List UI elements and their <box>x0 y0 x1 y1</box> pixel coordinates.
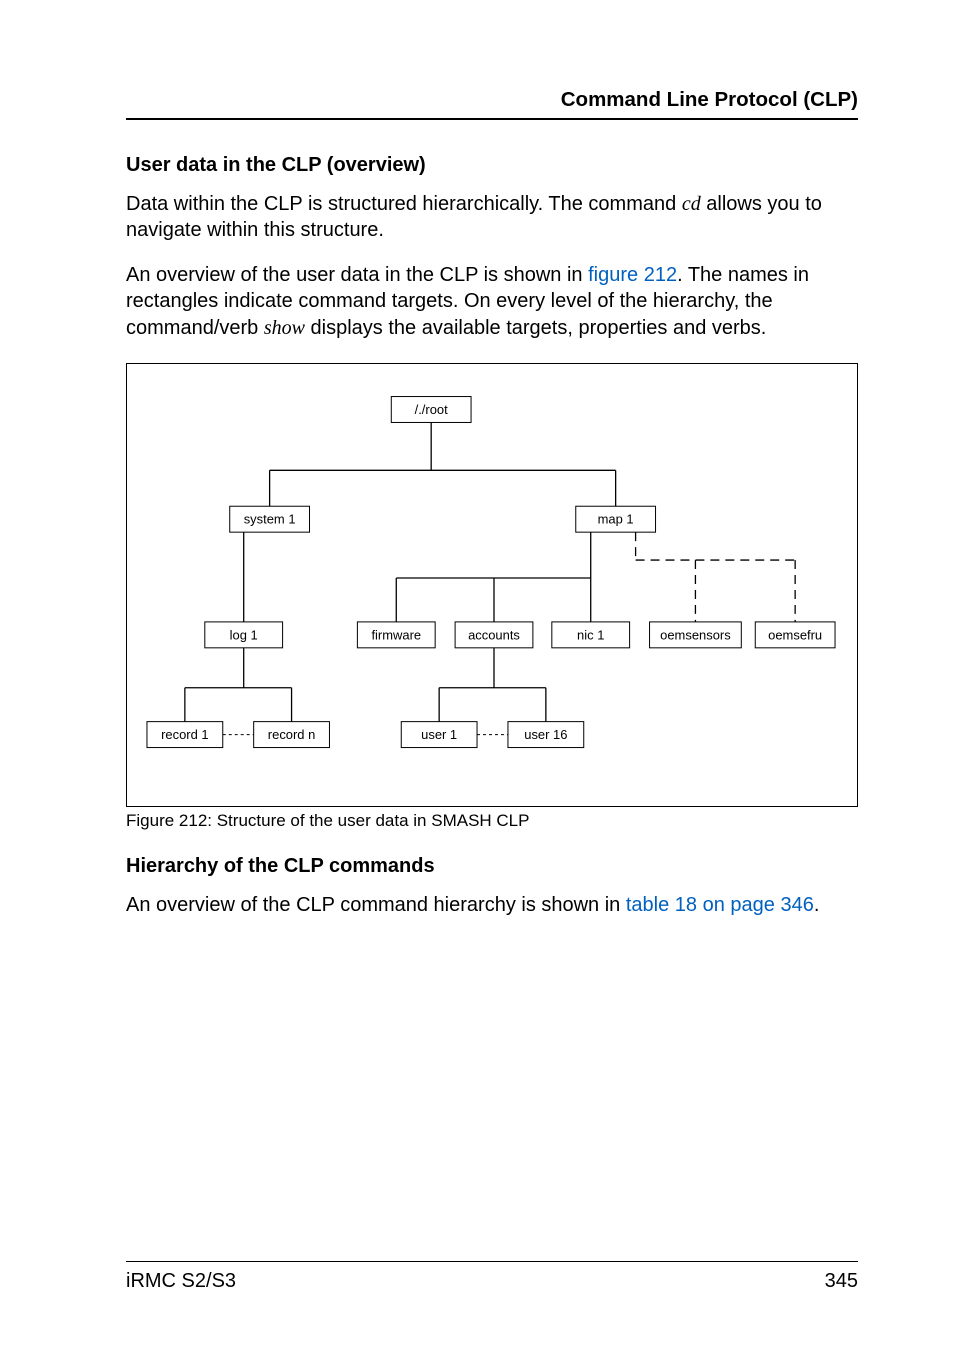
node-user1: user 1 <box>421 727 457 742</box>
node-log1: log 1 <box>230 627 258 642</box>
paragraph-3: An overview of the CLP command hierarchy… <box>126 892 858 918</box>
paragraph-1: Data within the CLP is structured hierar… <box>126 191 858 244</box>
figure-212-link[interactable]: figure 212 <box>588 264 677 286</box>
node-accounts: accounts <box>468 627 520 642</box>
hierarchy-diagram: /./root system 1 map 1 <box>137 388 847 788</box>
footer-page-number: 345 <box>825 1270 858 1293</box>
node-map1: map 1 <box>598 512 634 527</box>
figure-212: /./root system 1 map 1 <box>126 363 858 807</box>
node-root: /./root <box>415 402 449 417</box>
para3-text-b: . <box>814 894 820 916</box>
node-user16: user 16 <box>524 727 567 742</box>
footer-left: iRMC S2/S3 <box>126 1270 236 1293</box>
command-show: show <box>264 317 305 339</box>
running-head: Command Line Protocol (CLP) <box>126 88 858 120</box>
para2-text-a: An overview of the user data in the CLP … <box>126 264 588 286</box>
section-title-hierarchy: Hierarchy of the CLP commands <box>126 855 858 878</box>
table-18-link[interactable]: table 18 on page 346 <box>626 894 814 916</box>
node-oemsensors: oemsensors <box>660 627 731 642</box>
node-record1: record 1 <box>161 727 209 742</box>
para2-text-c: displays the available targets, properti… <box>305 317 766 339</box>
node-nic1: nic 1 <box>577 627 604 642</box>
figure-caption: Figure 212: Structure of the user data i… <box>126 811 858 831</box>
section-title-user-data: User data in the CLP (overview) <box>126 154 858 177</box>
para1-text-a: Data within the CLP is structured hierar… <box>126 193 682 215</box>
page: Command Line Protocol (CLP) User data in… <box>0 0 954 1349</box>
node-oemsefru: oemsefru <box>768 627 822 642</box>
node-firmware: firmware <box>371 627 421 642</box>
para3-text-a: An overview of the CLP command hierarchy… <box>126 894 626 916</box>
command-cd: cd <box>682 193 701 215</box>
paragraph-2: An overview of the user data in the CLP … <box>126 262 858 341</box>
page-footer: iRMC S2/S3 345 <box>126 1261 858 1293</box>
node-system1: system 1 <box>244 512 296 527</box>
node-recordn: record n <box>268 727 316 742</box>
